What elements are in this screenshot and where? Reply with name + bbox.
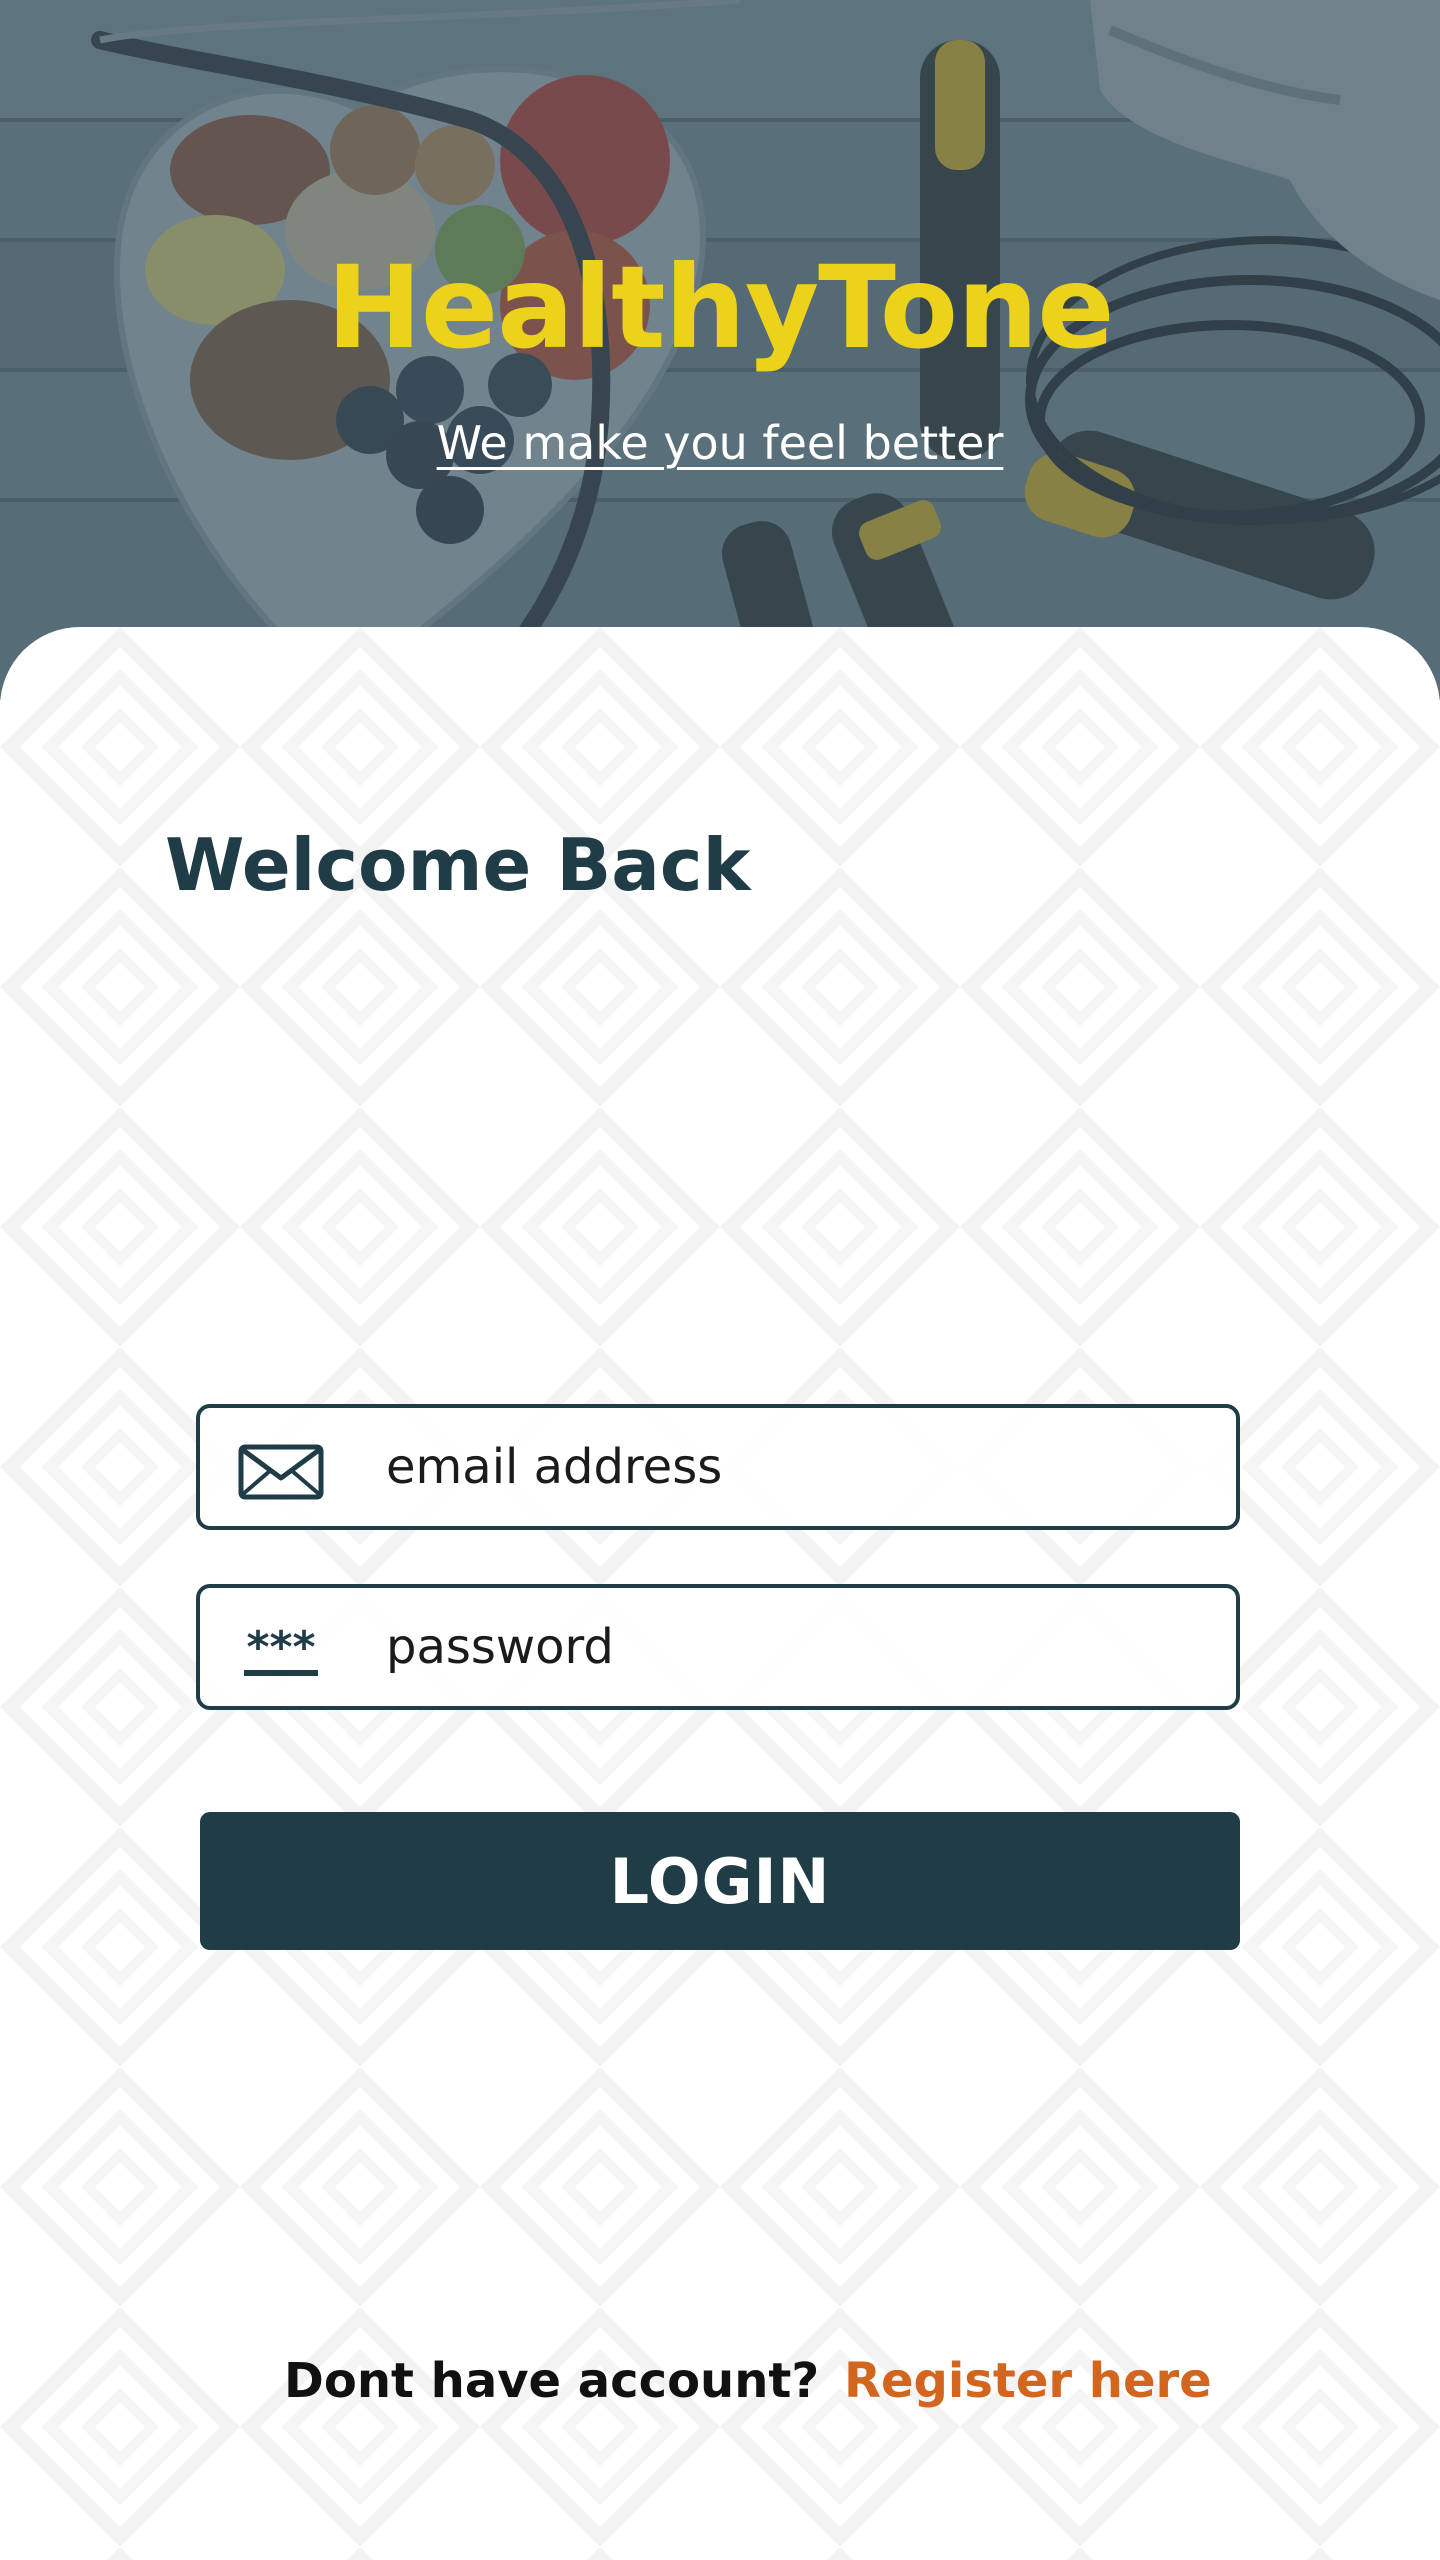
svg-text:***: *** xyxy=(246,1622,315,1673)
envelope-icon xyxy=(238,1444,324,1500)
app-tagline: We make you feel better xyxy=(436,416,1004,470)
email-field[interactable] xyxy=(196,1404,1240,1530)
welcome-heading: Welcome Back xyxy=(165,823,751,907)
login-button[interactable]: LOGIN xyxy=(200,1812,1240,1950)
app-title: HealthyTone xyxy=(326,241,1114,374)
email-input[interactable] xyxy=(386,1408,1206,1526)
no-account-text: Dont have account? xyxy=(284,2353,820,2409)
password-asterisks-icon: *** xyxy=(244,1622,318,1676)
password-field[interactable]: *** xyxy=(196,1584,1240,1710)
register-link[interactable]: Register here xyxy=(844,2341,1212,2421)
hero-banner: HealthyTone We make you feel better xyxy=(0,0,1440,700)
login-card: Welcome Back *** LOGIN Dont have account… xyxy=(0,627,1440,2560)
register-prompt-row: Dont have account? Register here xyxy=(0,2341,1440,2421)
password-input[interactable] xyxy=(386,1588,1206,1706)
